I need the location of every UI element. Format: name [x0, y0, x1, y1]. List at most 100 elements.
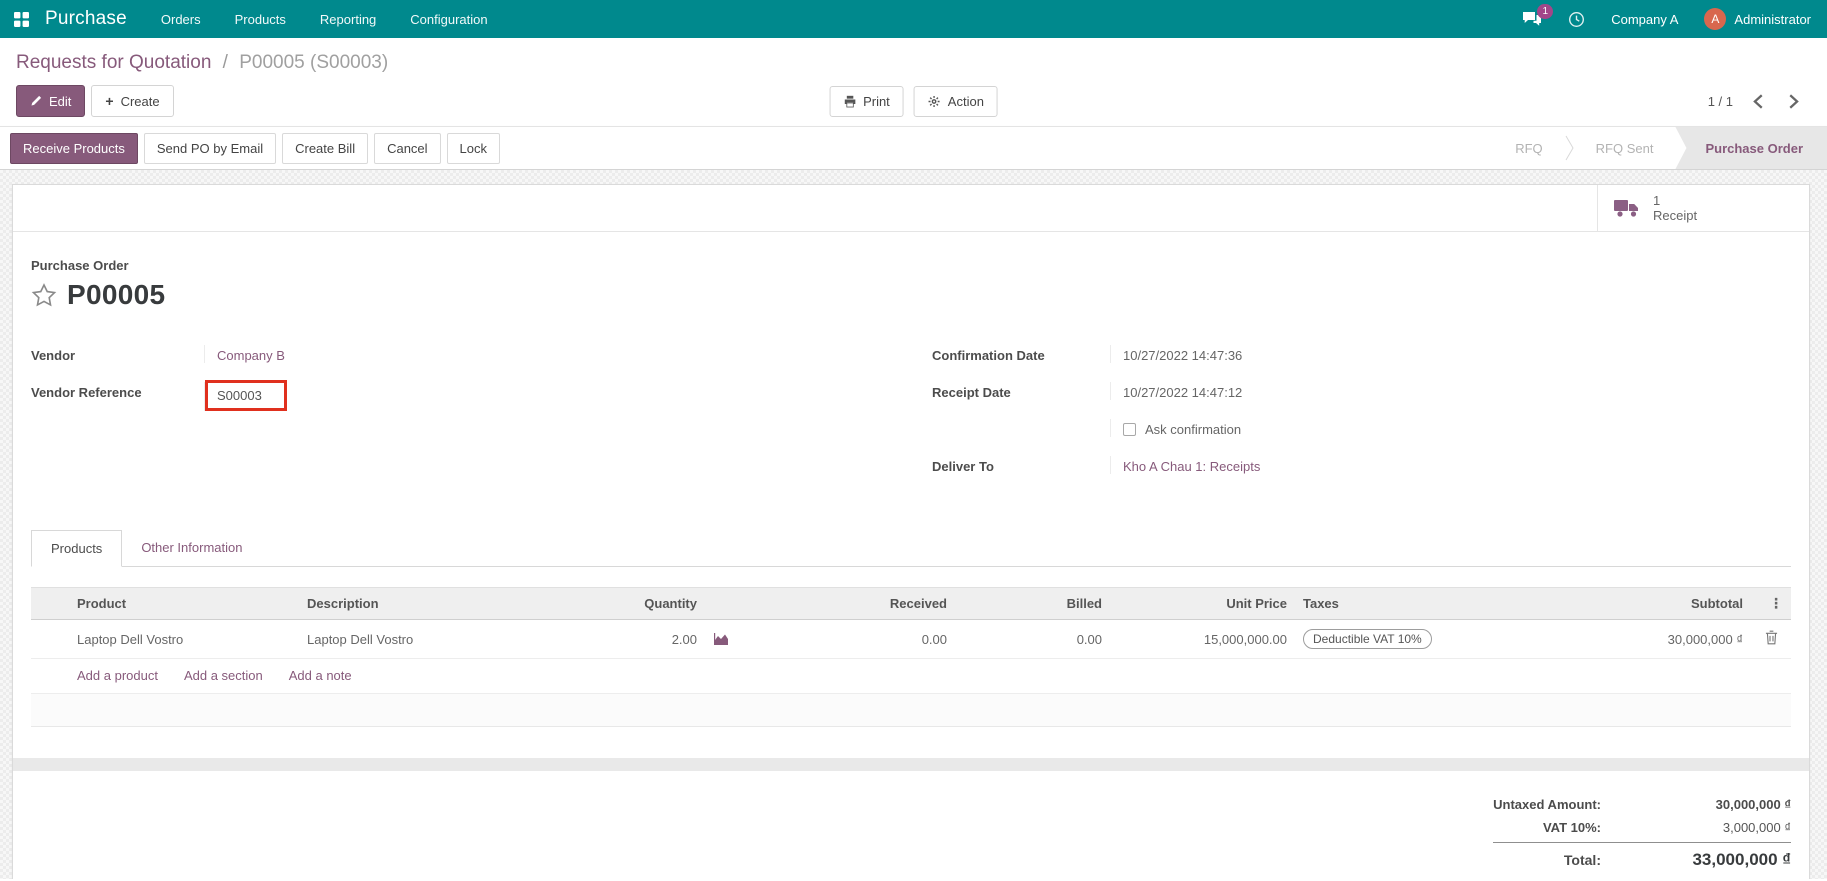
table-add-links: Add a product Add a section Add a note	[31, 659, 1791, 694]
tab-other-information[interactable]: Other Information	[122, 530, 261, 567]
chevron-right-icon	[1565, 127, 1574, 169]
message-count-badge: 1	[1537, 4, 1554, 19]
table-row[interactable]: Laptop Dell Vostro Laptop Dell Vostro 2.…	[31, 619, 1791, 659]
tax-badge: Deductible VAT 10%	[1303, 629, 1432, 649]
untaxed-amount-value: 30,000,000 ₫	[1715, 797, 1791, 812]
cell-billed: 0.00	[955, 619, 1110, 659]
column-quantity[interactable]: Quantity	[535, 587, 705, 620]
top-navbar: Purchase Orders Products Reporting Confi…	[0, 0, 1827, 38]
cell-quantity: 2.00	[535, 619, 705, 659]
menu-configuration[interactable]: Configuration	[410, 12, 487, 27]
receipt-date-value: 10/27/2022 14:47:12	[1123, 385, 1243, 400]
form-view-background: 1 Receipt Purchase Order P00005 Vendor C…	[0, 170, 1827, 879]
step-purchase-order[interactable]: Purchase Order	[1675, 127, 1827, 169]
create-button[interactable]: + Create	[91, 85, 174, 117]
control-panel-buttons: Edit + Create Print Action 1 / 1	[0, 78, 1827, 126]
add-a-note-link[interactable]: Add a note	[289, 668, 352, 683]
cell-unit-price: 15,000,000.00	[1110, 619, 1295, 659]
delete-row-button[interactable]	[1751, 619, 1791, 659]
printer-icon	[843, 95, 856, 108]
step-rfq[interactable]: RFQ	[1493, 127, 1564, 169]
edit-button[interactable]: Edit	[16, 85, 86, 117]
menu-reporting[interactable]: Reporting	[320, 12, 376, 27]
menu-orders[interactable]: Orders	[161, 12, 201, 27]
empty-table-row	[31, 694, 1791, 727]
company-switcher[interactable]: Company A	[1611, 12, 1678, 27]
avatar: A	[1704, 8, 1727, 30]
column-product[interactable]: Product	[69, 587, 299, 620]
activities-button[interactable]	[1568, 11, 1585, 28]
user-menu[interactable]: A Administrator	[1704, 8, 1811, 30]
breadcrumb-separator: /	[222, 52, 228, 73]
statusbar: Receive Products Send PO by Email Create…	[0, 126, 1827, 170]
total-value: 33,000,000 ₫	[1692, 850, 1791, 869]
vendor-label: Vendor	[31, 348, 76, 363]
vendor-reference-highlight-box: S00003	[205, 380, 287, 411]
vat-value: 3,000,000 ₫	[1722, 820, 1791, 835]
step-rfq-sent[interactable]: RFQ Sent	[1574, 127, 1676, 169]
vendor-reference-value: S00003	[217, 388, 262, 403]
ask-confirmation-label: Ask confirmation	[1145, 422, 1242, 437]
vendor-value-link[interactable]: Company B	[217, 348, 285, 363]
row-handle-header	[31, 587, 69, 620]
lock-button[interactable]: Lock	[446, 132, 501, 164]
vendor-reference-label: Vendor Reference	[31, 385, 142, 400]
cell-taxes: Deductible VAT 10%	[1295, 619, 1550, 659]
column-description[interactable]: Description	[299, 587, 535, 620]
print-button[interactable]: Print	[829, 85, 904, 117]
receive-products-button[interactable]: Receive Products	[10, 132, 138, 164]
form-sheet: 1 Receipt Purchase Order P00005 Vendor C…	[12, 184, 1810, 879]
truck-icon	[1614, 198, 1641, 218]
table-header-row: Product Description Quantity Received Bi…	[31, 587, 1791, 620]
user-name: Administrator	[1734, 11, 1811, 27]
section-divider	[13, 758, 1809, 771]
total-label: Total:	[1563, 852, 1601, 868]
cell-received: 0.00	[745, 619, 955, 659]
receipt-count: 1	[1653, 193, 1661, 208]
gear-icon	[928, 95, 941, 108]
confirmation-date-value: 10/27/2022 14:47:36	[1123, 348, 1243, 363]
plus-icon: +	[105, 93, 114, 109]
status-steps: RFQ RFQ Sent Purchase Order	[1493, 127, 1827, 169]
column-received[interactable]: Received	[745, 587, 955, 620]
cell-description: Laptop Dell Vostro	[299, 619, 535, 659]
pencil-icon	[30, 95, 42, 107]
add-a-product-link[interactable]: Add a product	[77, 668, 158, 683]
optional-columns-icon[interactable]: ⋮	[1751, 587, 1791, 620]
messages-button[interactable]: 1	[1522, 4, 1554, 27]
tab-products[interactable]: Products	[31, 530, 123, 567]
column-unit-price[interactable]: Unit Price	[1110, 587, 1295, 620]
vat-label: VAT 10%:	[1542, 820, 1601, 835]
order-lines-table: Product Description Quantity Received Bi…	[31, 587, 1791, 659]
column-billed[interactable]: Billed	[955, 587, 1110, 620]
pager-next-button[interactable]	[1789, 93, 1799, 109]
totals-block: Untaxed Amount: 30,000,000 ₫ VAT 10%: 3,…	[13, 793, 1809, 879]
forecast-chart-icon[interactable]	[705, 619, 745, 659]
action-button[interactable]: Action	[913, 85, 998, 117]
apps-menu-icon[interactable]	[14, 11, 29, 27]
cancel-button[interactable]: Cancel	[374, 132, 441, 164]
breadcrumb-parent-link[interactable]: Requests for Quotation	[16, 52, 211, 73]
app-name[interactable]: Purchase	[45, 8, 127, 30]
column-subtotal[interactable]: Subtotal	[1550, 587, 1751, 620]
breadcrumb: Requests for Quotation / P00005 (S00003)	[0, 38, 1827, 78]
deliver-to-label: Deliver To	[932, 459, 994, 474]
pager-previous-button[interactable]	[1753, 93, 1763, 109]
cell-product: Laptop Dell Vostro	[69, 619, 299, 659]
deliver-to-value-link[interactable]: Kho A Chau 1: Receipts	[1123, 459, 1260, 474]
create-bill-button[interactable]: Create Bill	[282, 132, 369, 164]
receipt-label: Receipt	[1653, 208, 1698, 223]
clock-icon	[1568, 11, 1585, 28]
column-taxes[interactable]: Taxes	[1295, 587, 1550, 620]
favorite-star-icon[interactable]	[31, 282, 57, 308]
menu-products[interactable]: Products	[235, 12, 286, 27]
page-title: P00005	[67, 279, 166, 310]
ask-confirmation-checkbox[interactable]	[1123, 423, 1136, 436]
receipt-date-label: Receipt Date	[932, 385, 1011, 400]
send-po-by-email-button[interactable]: Send PO by Email	[143, 132, 277, 164]
receipt-stat-button[interactable]: 1 Receipt	[1597, 185, 1809, 231]
pager: 1 / 1	[1707, 93, 1733, 109]
row-handle	[31, 619, 69, 659]
add-a-section-link[interactable]: Add a section	[184, 668, 263, 683]
stat-button-row: 1 Receipt	[13, 185, 1809, 232]
